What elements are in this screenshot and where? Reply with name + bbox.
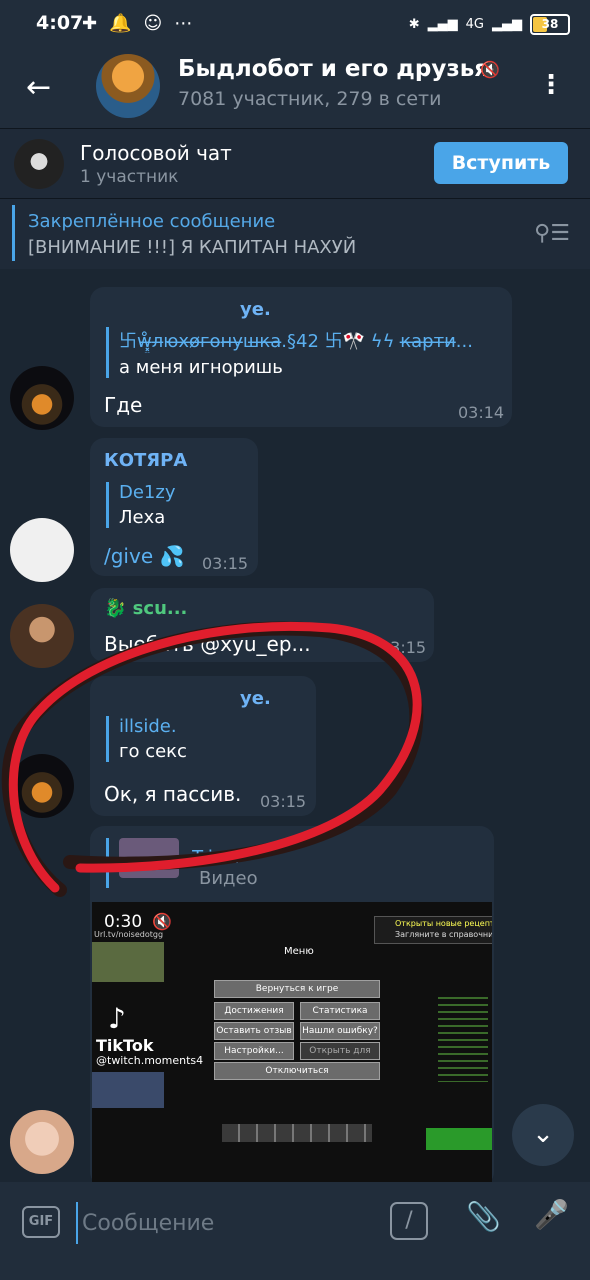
battery-icon: 38 <box>530 14 570 35</box>
signal-icon-2: ▂▄▆ <box>492 17 522 32</box>
mic-icon[interactable]: 🎤 <box>534 1198 569 1231</box>
game-notice: Открыты новые рецепты Загляните в справо… <box>374 916 492 944</box>
game-hotbar <box>222 1124 372 1142</box>
notice-line-1: Открыты новые рецепты <box>395 919 492 928</box>
reply-text: Видео <box>199 868 258 889</box>
puzzle-icon: ✚ <box>82 13 98 34</box>
gif-icon[interactable]: GIF <box>22 1206 60 1238</box>
message-author[interactable]: ye. <box>240 688 271 709</box>
avatar[interactable] <box>10 366 74 430</box>
chat-title[interactable]: Быдлобот и его друзья <box>178 56 489 82</box>
reply-author: illside. <box>119 716 177 737</box>
game-button: Статистика <box>300 1002 380 1020</box>
voice-chat-avatar <box>14 139 64 189</box>
game-button: Открыть для сети <box>300 1042 380 1072</box>
join-voice-button[interactable]: Вступить <box>434 142 568 184</box>
system-icons: ✱ ▂▄▆ 4G ▂▄▆ 38 <box>409 14 570 35</box>
game-menu-title: Меню <box>284 946 314 957</box>
game-button: Вернуться к игре <box>214 980 380 998</box>
message-time: 03:15 <box>380 638 427 657</box>
message-time: 03:15 <box>260 792 307 811</box>
game-button: Нашли ошибку? <box>300 1022 380 1040</box>
video-duration: 0:30 <box>104 912 143 932</box>
reply-quote[interactable]: 卐ẘ̶͓͚л̶ю̶х̶ø̶г̶о̶н̶у̶ш̶к̶а̶.§42 卐🎌 ϟϟ к̶… <box>106 327 509 378</box>
message-bubble[interactable]: 🐉 scu... Выебать @xyu_ep... 03:15 <box>90 588 434 662</box>
avatar[interactable] <box>10 604 74 668</box>
reply-author: De1zy <box>119 482 176 503</box>
chevron-down-icon: ⌄ <box>532 1119 554 1149</box>
message-bubble[interactable]: ye. illside. го секс Ок, я пассив. 03:15 <box>90 676 316 816</box>
reply-author: 卐ẘ̶͓͚л̶ю̶х̶ø̶г̶о̶н̶у̶ш̶к̶а̶.§42 卐🎌 ϟϟ к̶… <box>119 331 473 352</box>
video-url-text: Url.tv/noisedotgg <box>94 930 164 939</box>
message-composer: GIF / 📎 🎤 <box>0 1182 590 1280</box>
message-author[interactable]: 🐉 scu... <box>104 598 187 619</box>
game-chat <box>438 992 488 1082</box>
bluetooth-icon: ✱ <box>408 17 420 32</box>
voice-chat-subtitle: 1 участник <box>80 167 179 187</box>
reply-text: Леха <box>119 507 166 528</box>
game-scoreboard <box>426 1128 492 1150</box>
avatar[interactable] <box>10 1110 74 1174</box>
more-vert-icon[interactable]: ⋮ <box>538 70 564 100</box>
tiktok-logo-icon: ♪ <box>108 1002 126 1035</box>
mute-icon: 🔇 <box>480 60 500 79</box>
message-author[interactable]: ye. <box>240 299 271 320</box>
game-button: Отключиться <box>214 1062 380 1080</box>
notice-line-2: Загляните в справочник <box>395 930 492 939</box>
battery-level: 38 <box>541 17 559 31</box>
message-bubble[interactable]: ye. 卐ẘ̶͓͚л̶ю̶х̶ø̶г̶о̶н̶у̶ш̶к̶а̶.§42 卐🎌 ϟ… <box>90 287 512 427</box>
streamer-cam <box>92 942 164 982</box>
reply-quote[interactable]: De1zy Леха <box>106 482 259 528</box>
network-type: 4G <box>465 17 484 32</box>
reply-text: а меня игноришь <box>119 357 283 378</box>
reply-author: Tric... <box>192 846 240 868</box>
message-text: Где <box>104 393 143 417</box>
tiktok-watermark: TikTok <box>96 1036 154 1055</box>
scroll-down-button[interactable]: ⌄ <box>512 1104 574 1166</box>
message-time: 03:15 <box>202 554 249 573</box>
slash-command-icon[interactable]: / <box>390 1202 428 1240</box>
message-time: 03:14 <box>458 403 505 422</box>
reply-quote[interactable]: illside. го секс <box>106 716 309 762</box>
chat-avatar[interactable] <box>96 54 160 118</box>
voice-chat-bar[interactable]: Голосовой чат 1 участник Вступить <box>0 128 590 199</box>
message-bubble[interactable]: КОТЯРА De1zy Леха /give 💦 03:15 <box>90 438 258 576</box>
bell-icon: 🔔 <box>109 13 132 34</box>
pinned-indicator <box>12 205 15 261</box>
voice-chat-title: Голосовой чат <box>80 141 232 165</box>
game-button: Настройки... <box>214 1042 294 1060</box>
pinned-message-bar[interactable]: Закреплённое сообщение [ВНИМАНИЕ !!!] Я … <box>0 198 590 269</box>
avatar[interactable] <box>10 754 74 818</box>
tiktok-handle: @twitch.moments4 <box>96 1054 204 1067</box>
status-time: 4:07 <box>36 12 84 34</box>
chat-subtitle: 7081 участник, 279 в сети <box>178 88 442 110</box>
game-button: Достижения <box>214 1002 294 1020</box>
message-text: Выебать @xyu_ep... <box>104 632 311 656</box>
reply-quote[interactable]: Tric... Видео <box>106 838 479 889</box>
reply-text: го секс <box>119 741 187 762</box>
message-text: Ок, я пассив. <box>104 782 242 806</box>
chat-header: ← Быдлобот и его друзья 🔇 7081 участник,… <box>0 48 590 128</box>
signal-icon: ▂▄▆ <box>427 17 458 32</box>
message-input[interactable] <box>76 1202 374 1244</box>
video-thumbnail-2 <box>92 1072 164 1108</box>
status-bar: 4:07 ✚ 🔔 ☺ ⋯ ✱ ▂▄▆ 4G ▂▄▆ 38 <box>0 0 590 48</box>
message-text: /give 💦 <box>104 544 185 568</box>
message-author[interactable]: КОТЯРА <box>104 450 187 471</box>
attach-icon[interactable]: 📎 <box>466 1200 501 1233</box>
game-button: Оставить отзыв <box>214 1022 294 1040</box>
video-player[interactable]: 0:30 🔇 Url.tv/noisedotgg ♪ TikTok @twitc… <box>92 902 492 1182</box>
pinned-text: [ВНИМАНИЕ !!!] Я КАПИТАН НАХУЙ <box>28 237 357 258</box>
back-arrow-icon[interactable]: ← <box>26 70 51 105</box>
notification-icons: ✚ 🔔 ☺ ⋯ <box>82 13 192 34</box>
unpin-icon[interactable]: ⚲☰ <box>534 221 570 246</box>
pinned-title: Закреплённое сообщение <box>28 211 276 232</box>
reply-thumbnail <box>119 838 179 878</box>
more-notifications-icon: ⋯ <box>174 13 193 34</box>
video-mute-icon[interactable]: 🔇 <box>152 912 172 931</box>
avatar[interactable] <box>10 518 74 582</box>
app-icon: ☺ <box>143 13 163 34</box>
